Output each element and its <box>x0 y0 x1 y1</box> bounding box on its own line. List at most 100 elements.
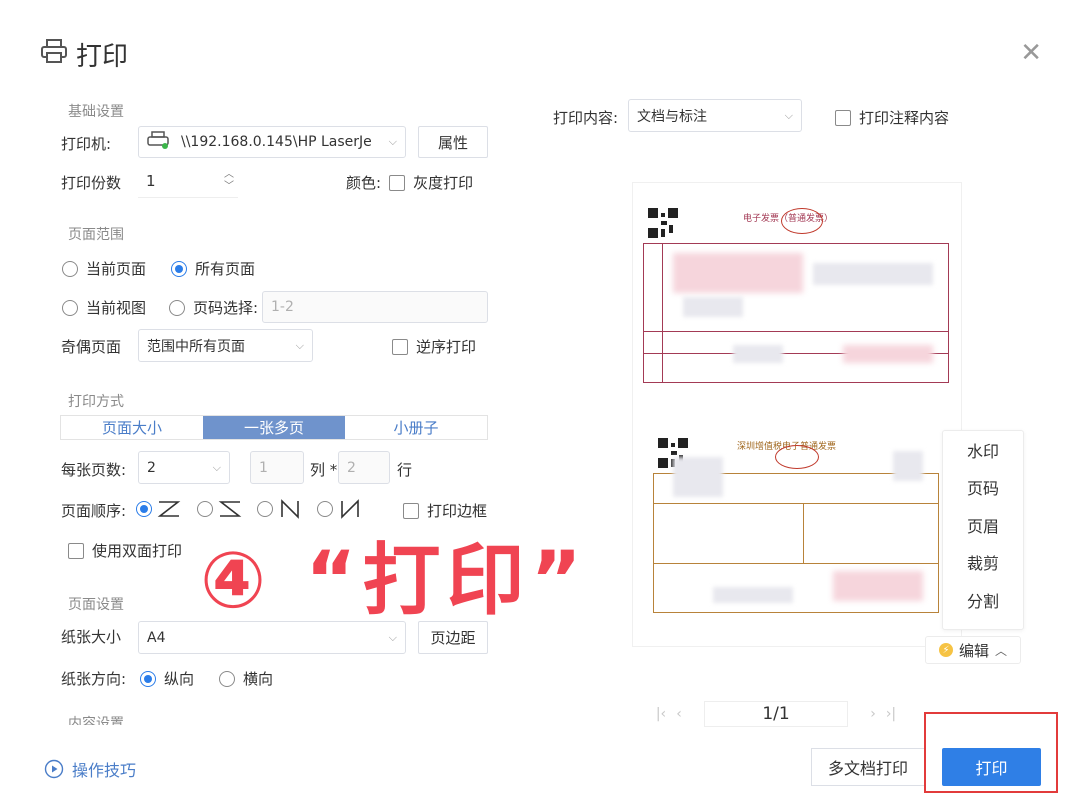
order-option-n-down[interactable] <box>257 498 303 520</box>
chevron-up-icon: ︿ <box>995 643 1008 658</box>
chevron-down-icon: ⌵ <box>212 460 221 474</box>
menu-item-page-number[interactable]: 页码 <box>943 469 1023 507</box>
odd-even-select[interactable]: 范围中所有页面 ⌵ <box>138 329 313 362</box>
order-reverse-n-icon <box>341 499 359 519</box>
redacted-area <box>893 451 923 481</box>
dialog-title-text: 打印 <box>76 42 129 72</box>
copies-stepper[interactable]: ︿ ﹀ <box>224 169 238 193</box>
redacted-area <box>813 263 933 285</box>
paper-value: A4 <box>147 629 166 646</box>
radio-current-view[interactable]: 当前视图 <box>62 297 146 318</box>
redacted-area <box>713 587 793 603</box>
redacted-area <box>733 345 783 363</box>
duplex-option[interactable]: 使用双面打印 <box>68 540 182 561</box>
duplex-checkbox[interactable] <box>68 542 84 559</box>
invoice-stamp <box>781 208 823 234</box>
printer-select[interactable]: \\192.168.0.145\HP LaserJe ⌵ <box>138 126 406 158</box>
invoice-col <box>643 243 663 383</box>
copies-input[interactable]: 1 ︿ ﹀ <box>138 164 238 198</box>
page-select-input[interactable]: 1-2 <box>262 291 488 323</box>
radio-portrait[interactable]: 纵向 <box>140 668 194 689</box>
prev-page-icon[interactable]: ‹ <box>670 706 688 722</box>
radio-current-page[interactable]: 当前页面 <box>62 258 146 279</box>
edit-label: 编辑 <box>958 641 989 660</box>
close-icon[interactable]: ✕ <box>1020 40 1042 66</box>
first-page-icon[interactable]: |‹ <box>652 706 670 722</box>
cols-label: 列 * <box>310 461 338 479</box>
reverse-label: 逆序打印 <box>416 338 477 356</box>
qr-code-icon <box>647 207 679 239</box>
radio-button[interactable] <box>317 501 333 517</box>
invoice-line <box>643 331 949 332</box>
radio-label: 当前页面 <box>86 260 147 278</box>
odd-even-value: 范围中所有页面 <box>147 338 245 355</box>
radio-label: 纵向 <box>164 670 195 688</box>
rows-input[interactable]: 2 <box>338 451 390 484</box>
tab-multi-page[interactable]: 一张多页 <box>203 416 345 439</box>
radio-button[interactable] <box>169 299 185 316</box>
grayscale-label: 灰度打印 <box>413 174 474 192</box>
annotation-option[interactable]: 打印注释内容 <box>835 107 949 128</box>
border-checkbox[interactable] <box>403 502 419 519</box>
radio-page-select[interactable]: 页码选择: <box>169 297 258 318</box>
edit-button[interactable]: ⚡ 编辑 ︿ <box>925 636 1021 664</box>
radio-button[interactable] <box>140 670 156 687</box>
radio-button[interactable] <box>62 260 78 277</box>
last-page-icon[interactable]: ›| <box>882 706 900 722</box>
radio-landscape[interactable]: 横向 <box>219 668 273 689</box>
reverse-checkbox[interactable] <box>392 338 408 355</box>
tab-booklet[interactable]: 小册子 <box>345 416 487 439</box>
page-indicator[interactable]: 1/1 <box>704 701 848 727</box>
print-preview: 电子发票（普通发票） 深圳增值税电子普通发票 <box>632 182 962 647</box>
color-label: 颜色: <box>346 174 382 192</box>
reverse-option[interactable]: 逆序打印 <box>392 336 476 357</box>
cols-value: 1 <box>259 459 268 476</box>
order-option-z-right[interactable] <box>136 498 182 520</box>
menu-item-split[interactable]: 分割 <box>943 581 1023 619</box>
radio-all-pages[interactable]: 所有页面 <box>171 258 255 279</box>
per-sheet-select[interactable]: 2 ⌵ <box>138 451 230 484</box>
multi-doc-print-button[interactable]: 多文档打印 <box>811 748 925 786</box>
invoice-col <box>803 503 804 563</box>
orientation-label: 纸张方向: <box>61 670 127 688</box>
tips-label: 操作技巧 <box>72 761 137 780</box>
rows-label: 行 <box>397 461 413 479</box>
invoice-line <box>653 503 939 504</box>
chevron-down-icon[interactable]: ﹀ <box>224 181 234 193</box>
preview-tool-menu: 水印 页码 页眉 裁剪 分割 <box>942 430 1024 630</box>
radio-label: 所有页面 <box>195 260 256 278</box>
order-n-icon <box>281 499 299 519</box>
radio-button[interactable] <box>136 501 152 517</box>
section-basic: 基础设置 <box>68 104 124 120</box>
menu-item-watermark[interactable]: 水印 <box>943 431 1023 469</box>
content-select[interactable]: 文档与标注 ⌵ <box>628 99 802 132</box>
menu-item-crop[interactable]: 裁剪 <box>943 544 1023 582</box>
odd-even-label: 奇偶页面 <box>61 338 122 356</box>
rows-value: 2 <box>347 459 356 476</box>
order-option-n-up[interactable] <box>317 498 363 520</box>
chevron-up-icon[interactable]: ︿ <box>224 169 234 181</box>
invoice-line <box>653 563 939 564</box>
radio-button[interactable] <box>219 670 235 687</box>
menu-item-header[interactable]: 页眉 <box>943 506 1023 544</box>
tips-link[interactable]: 操作技巧 <box>44 757 136 781</box>
next-page-icon[interactable]: › <box>864 706 882 722</box>
radio-button[interactable] <box>197 501 213 517</box>
printer-label: 打印机: <box>61 135 112 153</box>
invoice-stamp <box>775 445 819 469</box>
printer-icon <box>40 38 68 71</box>
tab-page-size[interactable]: 页面大小 <box>61 416 203 439</box>
properties-button[interactable]: 属性 <box>418 126 488 158</box>
highlight-frame <box>924 712 1058 793</box>
cols-input[interactable]: 1 <box>250 451 304 484</box>
radio-button[interactable] <box>257 501 273 517</box>
annotation-checkbox[interactable] <box>835 109 851 126</box>
copies-value: 1 <box>146 171 156 190</box>
order-option-z-left[interactable] <box>197 498 243 520</box>
radio-button[interactable] <box>171 260 187 277</box>
section-print-mode: 打印方式 <box>68 394 124 410</box>
content-value: 文档与标注 <box>637 108 707 125</box>
grayscale-checkbox[interactable] <box>389 174 406 191</box>
step-annotation: ④ “打印” <box>200 536 588 626</box>
radio-button[interactable] <box>62 299 78 316</box>
